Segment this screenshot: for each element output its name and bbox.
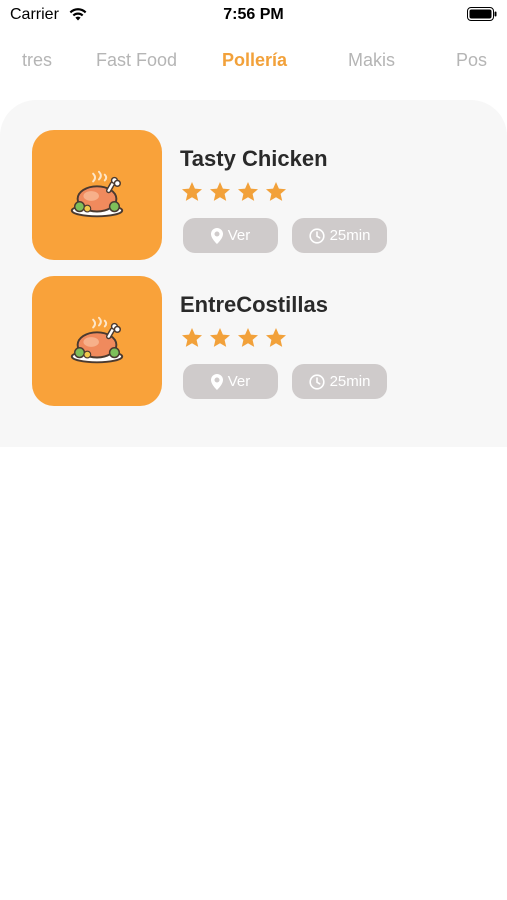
star-icon	[238, 328, 258, 347]
map-pin-icon	[210, 227, 223, 244]
tab-postres-partial[interactable]: Pos	[456, 50, 487, 71]
delivery-time-label: 25min	[329, 227, 371, 244]
status-bar: Carrier 7:56 PM	[0, 0, 507, 32]
battery-icon	[467, 7, 497, 21]
rating-stars	[180, 180, 288, 204]
roast-chicken-icon	[70, 170, 124, 218]
star-icon	[266, 182, 286, 201]
location-button[interactable]: Ver	[183, 218, 278, 253]
restaurant-list: Tasty Chicken Ver 25min EntreCostillas V…	[0, 100, 507, 447]
restaurant-card[interactable]: EntreCostillas Ver 25min	[32, 276, 482, 406]
delivery-time-badge[interactable]: 25min	[292, 218, 387, 253]
star-icon	[182, 182, 202, 201]
restaurant-image	[32, 130, 162, 260]
clock-icon	[308, 373, 325, 390]
star-icon	[238, 182, 258, 201]
location-button[interactable]: Ver	[183, 364, 278, 399]
location-label: Ver	[227, 373, 251, 390]
rating-stars	[180, 326, 288, 350]
restaurant-image	[32, 276, 162, 406]
delivery-time-badge[interactable]: 25min	[292, 364, 387, 399]
star-icon	[210, 182, 230, 201]
status-time: 7:56 PM	[223, 6, 284, 23]
clock-icon	[308, 227, 325, 244]
category-tabs: tres Fast Food Pollería Makis Pos	[0, 50, 507, 80]
restaurant-name: EntreCostillas	[180, 292, 328, 317]
tab-makis[interactable]: Makis	[348, 50, 395, 71]
star-icon	[182, 328, 202, 347]
roast-chicken-icon	[70, 316, 124, 364]
location-label: Ver	[227, 227, 251, 244]
tab-fast-food[interactable]: Fast Food	[96, 50, 177, 71]
star-icon	[210, 328, 230, 347]
map-pin-icon	[210, 373, 223, 390]
restaurant-card[interactable]: Tasty Chicken Ver 25min	[32, 130, 482, 260]
delivery-time-label: 25min	[329, 373, 371, 390]
tab-postres[interactable]: tres	[22, 50, 52, 71]
star-icon	[266, 328, 286, 347]
restaurant-name: Tasty Chicken	[180, 146, 328, 171]
tab-polleria[interactable]: Pollería	[222, 50, 287, 71]
